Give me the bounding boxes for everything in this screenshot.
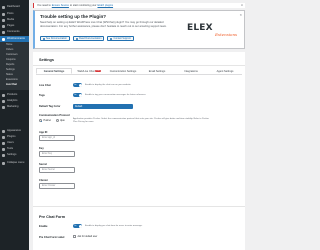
cluster-label: Cluster bbox=[39, 179, 48, 182]
secret-label: Secret bbox=[39, 163, 47, 166]
close-icon[interactable]: ✕ bbox=[239, 13, 242, 17]
support-icon bbox=[110, 37, 113, 40]
protocol-help: Application provides Pusher. Select the … bbox=[73, 118, 209, 123]
plugins-icon bbox=[2, 135, 5, 139]
pro-badge: Pro bbox=[95, 70, 101, 72]
media-icon bbox=[2, 18, 5, 22]
comments-icon bbox=[2, 30, 5, 34]
document-icon bbox=[43, 37, 45, 40]
sidebar-collapse[interactable]: Collapse menu bbox=[0, 160, 29, 166]
cluster-input[interactable]: Enter Cluster bbox=[39, 183, 75, 189]
radio-ajax[interactable] bbox=[55, 119, 59, 122]
submenu-reports[interactable]: Reports bbox=[6, 63, 14, 66]
woocommerce-submenu: Home Orders Customers Coupons Reports Se… bbox=[0, 42, 29, 90]
read-documentation-button[interactable]: Read Documentation bbox=[73, 36, 105, 41]
notice-link-plugins[interactable]: ELEX plugins bbox=[97, 4, 113, 7]
pre-chat-title: Pre Chat Form bbox=[39, 215, 66, 219]
tab-customization-settings[interactable]: Customization Settings bbox=[106, 68, 140, 74]
appearance-icon bbox=[2, 129, 5, 133]
default-tag-select[interactable]: Default bbox=[73, 104, 133, 109]
dashboard-icon bbox=[2, 5, 5, 9]
contact-support-button[interactable]: Contact Support bbox=[107, 36, 134, 41]
live-chat-toggle[interactable]: On bbox=[73, 83, 82, 87]
settings-panel: Settings General Settings Web/Live Chat P… bbox=[33, 52, 245, 250]
analytics-icon bbox=[2, 99, 5, 103]
posts-icon bbox=[2, 12, 5, 16]
sidebar-item-settings[interactable]: Settings bbox=[0, 152, 29, 158]
marketing-icon bbox=[2, 105, 5, 109]
submenu-home[interactable]: Home bbox=[6, 43, 12, 46]
submenu-orders[interactable]: Orders bbox=[6, 48, 13, 51]
notice-link-source[interactable]: Ensure Source bbox=[52, 4, 69, 7]
sidebar-item-comments[interactable]: Comments bbox=[0, 29, 29, 35]
submenu-status[interactable]: Status bbox=[6, 73, 13, 76]
settings-icon bbox=[2, 153, 5, 157]
settings-tabs: General Settings Web/Live Chat Pro Custom… bbox=[36, 68, 242, 75]
top-notice: You need to Ensure Source to start monit… bbox=[33, 3, 245, 8]
see-documentation-button[interactable]: See Documentation bbox=[40, 36, 70, 41]
pre-chat-help: Enable to display pre chat form for user… bbox=[85, 225, 143, 227]
submenu-coupons[interactable]: Coupons bbox=[6, 58, 16, 61]
help-title: Trouble setting up the Plugin? bbox=[40, 14, 107, 19]
tags-help: Enable to tag your conversation messages… bbox=[85, 94, 147, 96]
key-label: Key bbox=[39, 147, 44, 150]
default-tag-label: Default Tag Color bbox=[39, 105, 61, 108]
app-id-label: App ID bbox=[39, 131, 48, 134]
pre-chat-enable-label: Enable bbox=[39, 225, 48, 228]
products-icon bbox=[2, 93, 5, 97]
submenu-extensions[interactable]: Extensions bbox=[6, 78, 18, 81]
submenu-live-chat[interactable]: Live Chat bbox=[6, 83, 17, 86]
sidebar-item-dashboard[interactable]: Dashboard bbox=[0, 4, 29, 10]
tools-icon bbox=[2, 147, 5, 151]
tab-integrations[interactable]: Integrations bbox=[174, 68, 208, 74]
admin-sidebar: Dashboard Posts Media Pages Comments Woo… bbox=[0, 0, 29, 250]
tab-web-live-chat[interactable]: Web/Live Chat Pro bbox=[72, 68, 106, 74]
woocommerce-icon bbox=[2, 37, 5, 41]
tab-general-settings[interactable]: General Settings bbox=[36, 68, 72, 74]
tab-agent-settings[interactable]: Agent Settings bbox=[208, 68, 242, 74]
tags-toggle[interactable]: On bbox=[73, 93, 82, 97]
elex-logo: ELEX Extensions bbox=[187, 23, 238, 37]
protocol-options: Pusher Ajax bbox=[39, 119, 65, 122]
tab-email-settings[interactable]: Email Settings bbox=[140, 68, 174, 74]
sidebar-item-marketing[interactable]: Marketing bbox=[0, 104, 29, 110]
collapse-icon bbox=[2, 161, 5, 165]
tags-label: Tags bbox=[39, 94, 45, 97]
users-icon bbox=[2, 141, 5, 145]
dismiss-notice-icon[interactable]: ✕ bbox=[241, 4, 243, 7]
default-user-option: Ask for default user bbox=[73, 235, 97, 238]
pre-chat-toggle[interactable]: On bbox=[73, 224, 82, 228]
pages-icon bbox=[2, 24, 5, 28]
book-icon bbox=[76, 37, 78, 40]
radio-pusher[interactable] bbox=[39, 119, 42, 122]
default-user-checkbox[interactable] bbox=[73, 235, 76, 238]
help-body: Need help on setting up ELEX WordPress L… bbox=[40, 21, 167, 28]
protocol-label: Communication Protocol bbox=[39, 114, 70, 117]
submenu-settings[interactable]: Settings bbox=[6, 68, 15, 71]
live-chat-help: Enable to display the chat icon on your … bbox=[85, 84, 132, 86]
page-title: Settings bbox=[39, 58, 54, 62]
pre-chat-fields-label: Pre Chat Form Label bbox=[39, 236, 65, 239]
key-input[interactable]: Enter Key bbox=[39, 151, 75, 157]
help-notice-box: Trouble setting up the Plugin? Need help… bbox=[33, 10, 245, 49]
live-chat-label: Live Chat bbox=[39, 84, 51, 87]
app-id-input[interactable]: Enter app_id bbox=[39, 135, 75, 141]
submenu-customers[interactable]: Customers bbox=[6, 53, 18, 56]
secret-input[interactable]: Enter Secret bbox=[39, 167, 75, 173]
